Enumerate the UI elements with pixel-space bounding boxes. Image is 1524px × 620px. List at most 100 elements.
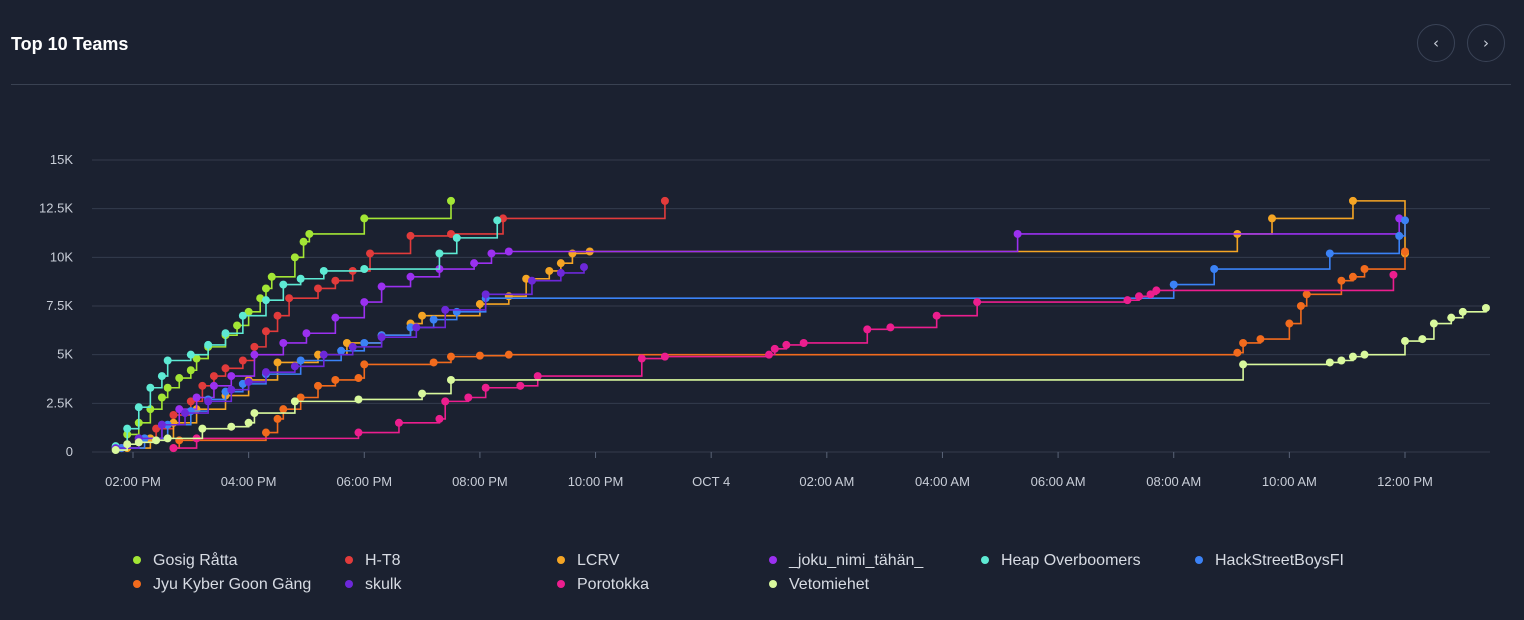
legend-item[interactable]: LCRV — [557, 550, 619, 572]
data-point — [111, 446, 120, 455]
data-point — [227, 385, 236, 394]
data-point — [782, 340, 791, 349]
data-point — [545, 266, 554, 275]
legend-item[interactable]: skulk — [345, 574, 401, 596]
legend-swatch — [133, 555, 141, 564]
x-tick-label: OCT 4 — [692, 474, 730, 489]
legend-label: Gosig Råtta — [153, 552, 238, 569]
data-point — [319, 266, 328, 275]
data-point — [377, 333, 386, 342]
data-point — [452, 233, 461, 242]
data-point — [932, 311, 941, 320]
data-point — [123, 424, 132, 433]
data-point — [331, 276, 340, 285]
data-point — [886, 323, 895, 332]
data-point — [1348, 352, 1357, 361]
data-point — [198, 381, 207, 390]
data-point — [175, 374, 184, 383]
data-point — [1348, 196, 1357, 205]
legend-label: HackStreetBoysFI — [1215, 552, 1344, 569]
data-point — [290, 362, 299, 371]
data-point — [221, 364, 230, 373]
data-point — [296, 274, 305, 283]
legend-swatch — [345, 579, 353, 588]
legend-label: Heap Overboomers — [1001, 552, 1141, 569]
data-point — [250, 350, 259, 359]
legend-label: H-T8 — [365, 552, 401, 569]
data-point — [302, 329, 311, 338]
series-line-5 — [121, 220, 1406, 449]
x-tick-label: 08:00 PM — [452, 474, 508, 489]
data-point — [406, 231, 415, 240]
legend-swatch — [345, 555, 353, 564]
data-point — [435, 414, 444, 423]
series-line-7 — [115, 267, 585, 449]
data-point — [464, 393, 473, 402]
data-point — [863, 325, 872, 334]
data-point — [123, 440, 132, 449]
legend-item[interactable]: Gosig Råtta — [133, 550, 237, 572]
legend-swatch — [981, 555, 989, 564]
data-point — [1013, 229, 1022, 238]
data-point — [1395, 231, 1404, 240]
data-point — [516, 381, 525, 390]
data-point — [273, 311, 282, 320]
series-line-6 — [173, 251, 1406, 449]
data-point — [481, 290, 490, 299]
x-tick-label: 02:00 PM — [105, 474, 161, 489]
data-point — [279, 338, 288, 347]
data-point — [227, 372, 236, 381]
data-point — [192, 393, 201, 402]
y-tick-label: 0 — [66, 444, 73, 459]
data-point — [290, 397, 299, 406]
legend-item[interactable]: HackStreetBoysFI — [1195, 550, 1344, 572]
data-point — [290, 253, 299, 262]
data-point — [314, 284, 323, 293]
y-tick-label: 7.5K — [46, 298, 73, 313]
data-point — [238, 311, 247, 320]
data-point — [475, 300, 484, 309]
x-tick-label: 04:00 PM — [221, 474, 277, 489]
data-point — [568, 249, 577, 258]
data-point — [279, 405, 288, 414]
data-point — [470, 259, 479, 268]
legend-swatch — [1195, 555, 1203, 564]
data-point — [163, 434, 172, 443]
x-tick-label: 10:00 PM — [568, 474, 624, 489]
data-point — [799, 338, 808, 347]
legend-item[interactable]: Vetomiehet — [769, 574, 869, 596]
legend-item[interactable]: Jyu Kyber Goon Gäng — [133, 574, 311, 596]
data-point — [319, 350, 328, 359]
legend-item[interactable]: Porotokka — [557, 574, 649, 596]
data-point — [250, 409, 259, 418]
legend-item[interactable]: H-T8 — [345, 550, 401, 572]
data-point — [146, 383, 155, 392]
legend-label: Porotokka — [577, 576, 650, 593]
data-point — [1429, 319, 1438, 328]
data-point — [244, 418, 253, 427]
data-point — [1239, 338, 1248, 347]
data-point — [354, 395, 363, 404]
data-point — [429, 315, 438, 324]
data-point — [331, 313, 340, 322]
x-tick-label: 06:00 AM — [1031, 474, 1086, 489]
data-point — [406, 272, 415, 281]
data-point — [244, 377, 253, 386]
data-point — [1360, 265, 1369, 274]
data-point — [1360, 350, 1369, 359]
data-point — [377, 282, 386, 291]
legend-swatch — [557, 555, 565, 564]
data-point — [233, 321, 242, 330]
x-tick-label: 08:00 AM — [1146, 474, 1201, 489]
legend-label: LCRV — [577, 552, 620, 569]
legend-label: Vetomiehet — [789, 576, 870, 593]
data-point — [1268, 214, 1277, 223]
data-point — [556, 268, 565, 277]
data-point — [152, 436, 161, 445]
legend-item[interactable]: _joku_nimi_tähän_ — [769, 550, 923, 572]
data-point — [169, 444, 178, 453]
data-point — [527, 276, 536, 285]
legend-item[interactable]: Heap Overboomers — [981, 550, 1141, 572]
data-point — [299, 237, 308, 246]
data-point — [261, 284, 270, 293]
